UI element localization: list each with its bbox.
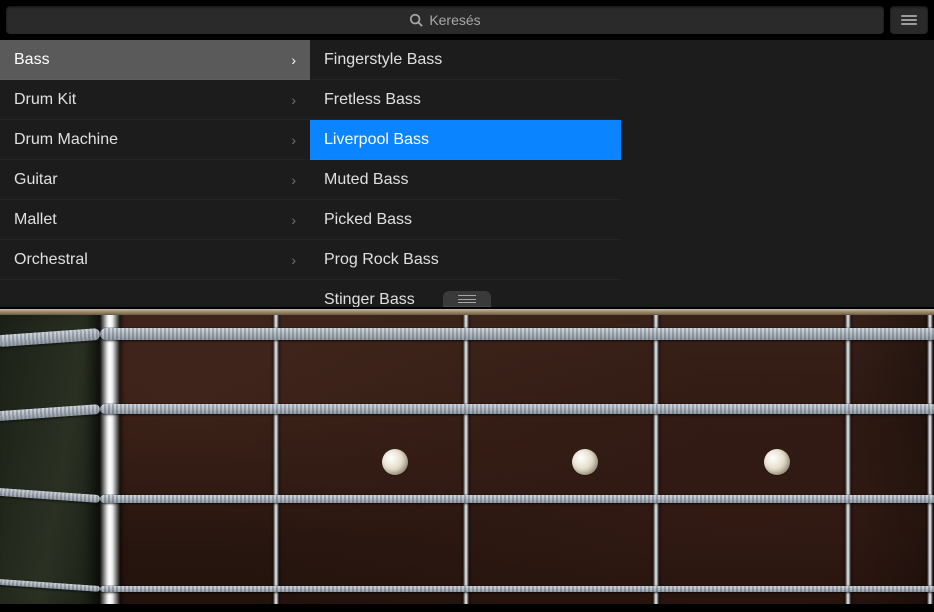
fret [653, 309, 659, 612]
chevron-right-icon: › [291, 212, 296, 228]
drag-handle-icon [458, 295, 476, 303]
instrument-list-empty [621, 40, 934, 307]
instrument-item[interactable]: Muted Bass [310, 160, 621, 200]
instrument-item[interactable]: Liverpool Bass [310, 120, 621, 160]
fretboard-bottom-bevel [0, 604, 934, 612]
instrument-label: Picked Bass [324, 211, 412, 229]
drag-handle[interactable] [443, 291, 491, 307]
headstock [0, 309, 100, 612]
nut [100, 309, 120, 612]
fret [463, 309, 469, 612]
menu-icon [901, 15, 917, 25]
search-bar: Keresés [0, 0, 934, 40]
search-placeholder: Keresés [429, 12, 480, 28]
instrument-item[interactable]: Fretless Bass [310, 80, 621, 120]
category-item[interactable]: Guitar › [0, 160, 310, 200]
category-label: Drum Kit [14, 91, 76, 109]
chevron-right-icon: › [291, 52, 296, 68]
category-label: Guitar [14, 171, 58, 189]
fret [845, 309, 851, 612]
fretboard-top-bevel [0, 309, 934, 315]
search-input[interactable]: Keresés [6, 6, 884, 34]
chevron-right-icon: › [291, 132, 296, 148]
category-label: Orchestral [14, 251, 88, 269]
category-item[interactable]: Drum Kit › [0, 80, 310, 120]
chevron-right-icon: › [291, 92, 296, 108]
instrument-label: Muted Bass [324, 171, 408, 189]
instrument-item[interactable]: Picked Bass [310, 200, 621, 240]
search-icon [409, 13, 423, 27]
instrument-label: Liverpool Bass [324, 131, 429, 149]
fret-marker-dot [764, 449, 790, 475]
instrument-label: Prog Rock Bass [324, 251, 439, 269]
category-item[interactable]: Bass › [0, 40, 310, 80]
chevron-right-icon: › [291, 252, 296, 268]
chevron-right-icon: › [291, 172, 296, 188]
category-label: Drum Machine [14, 131, 118, 149]
instrument-label: Fretless Bass [324, 91, 421, 109]
instrument-label: Fingerstyle Bass [324, 51, 442, 69]
fret [927, 309, 933, 612]
category-item[interactable]: Orchestral › [0, 240, 310, 280]
instrument-item[interactable]: Fingerstyle Bass [310, 40, 621, 80]
instrument-list[interactable]: Fingerstyle Bass Fretless Bass Liverpool B… [310, 40, 621, 307]
instrument-picker: Bass›Drum Kit›Drum Machine›Guitar›Mallet… [0, 40, 934, 307]
category-list[interactable]: Bass›Drum Kit›Drum Machine›Guitar›Mallet… [0, 40, 310, 307]
fret [273, 309, 279, 612]
menu-button[interactable] [890, 6, 928, 34]
category-label: Bass [14, 51, 50, 69]
fret-marker-dot [382, 449, 408, 475]
app-root: Keresés Bass›Drum Kit›Drum Machine›Guita… [0, 0, 934, 612]
instrument-item[interactable]: Prog Rock Bass [310, 240, 621, 280]
category-item[interactable]: Mallet › [0, 200, 310, 240]
bass-fretboard[interactable] [0, 307, 934, 612]
category-label: Mallet [14, 211, 57, 229]
category-item[interactable]: Drum Machine › [0, 120, 310, 160]
instrument-label: Stinger Bass [324, 291, 415, 308]
fret-marker-dot [572, 449, 598, 475]
